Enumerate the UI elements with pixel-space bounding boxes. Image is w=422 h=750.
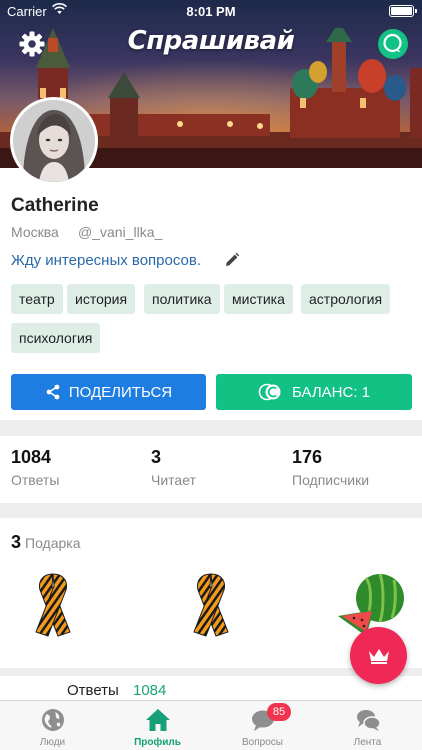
share-button[interactable]: ПОДЕЛИТЬСЯ [11,374,206,410]
share-icon [46,384,60,400]
tab-profile[interactable]: Профиль [105,701,210,750]
questions-badge: 85 [267,703,291,721]
stat-label: Подписчики [292,472,370,488]
gifts-count: 3 [11,532,22,552]
tab-feed[interactable]: Лента [315,701,420,750]
tab-questions[interactable]: 85 Вопросы [210,701,315,750]
profile-city: Москва [11,224,59,240]
stat-label: Ответы [11,472,60,488]
stat-value: 1084 [11,447,52,467]
profile-card: Catherine Москва @_vani_llka_ Жду интере… [0,168,422,420]
tab-label: Вопросы [242,737,283,748]
ribbon-icon[interactable] [32,570,74,640]
gifts-heading: 3 Подарка [11,532,81,553]
tag-chip[interactable]: история [67,284,136,314]
coins-icon [258,383,281,401]
balance-button[interactable]: БАЛАНС: 1 [216,374,412,410]
share-button-label: ПОДЕЛИТЬСЯ [68,383,173,401]
crown-icon [368,648,389,664]
globe-icon [42,709,64,731]
tab-people[interactable]: Люди [0,701,105,750]
home-icon [146,709,170,731]
stat-answers[interactable]: 1084 Ответы [11,447,59,488]
stat-following[interactable]: 3 Читает [151,447,196,488]
clock-label: 8:01 PM [186,4,236,19]
balance-button-label: БАЛАНС: 1 [291,383,371,401]
gifts-label: Подарка [25,535,81,551]
tag-chip[interactable]: психология [11,323,101,353]
profile-status-text: Жду интересных вопросов. [11,252,201,269]
stat-value: 176 [292,447,323,467]
answers-label: Ответы [67,682,119,699]
stat-label: Читает [151,472,196,488]
avatar[interactable] [10,97,98,185]
answers-count: 1084 [133,682,167,699]
stats-panel: 1084 Ответы 3 Читает 176 Подписчики [0,436,422,503]
app-title: Спрашивай [127,26,295,56]
ribbon-icon[interactable] [190,570,232,640]
tab-label: Лента [353,737,382,748]
tab-label: Профиль [134,737,181,748]
tag-chip[interactable]: политика [144,284,220,314]
avatar-photo [13,100,95,182]
stat-value: 3 [151,447,162,467]
tab-bar: Люди Профиль 85 Вопросы Лента [0,700,422,750]
tag-chip[interactable]: театр [11,284,63,314]
status-bar: Carrier 8:01 PM [0,0,422,22]
stat-followers[interactable]: 176 Подписчики [292,447,369,488]
tag-chip[interactable]: мистика [224,284,293,314]
battery-icon [389,5,417,17]
tab-label: Люди [39,737,66,748]
chat-bubble-button-icon[interactable] [376,27,410,61]
profile-name: Catherine [11,195,99,216]
edit-pencil-icon[interactable] [224,252,240,268]
chat-bubbles-icon [357,710,381,731]
crown-fab-button[interactable] [350,627,407,684]
tag-chip[interactable]: астрология [301,284,391,314]
profile-username[interactable]: @_vani_llka_ [78,224,162,240]
